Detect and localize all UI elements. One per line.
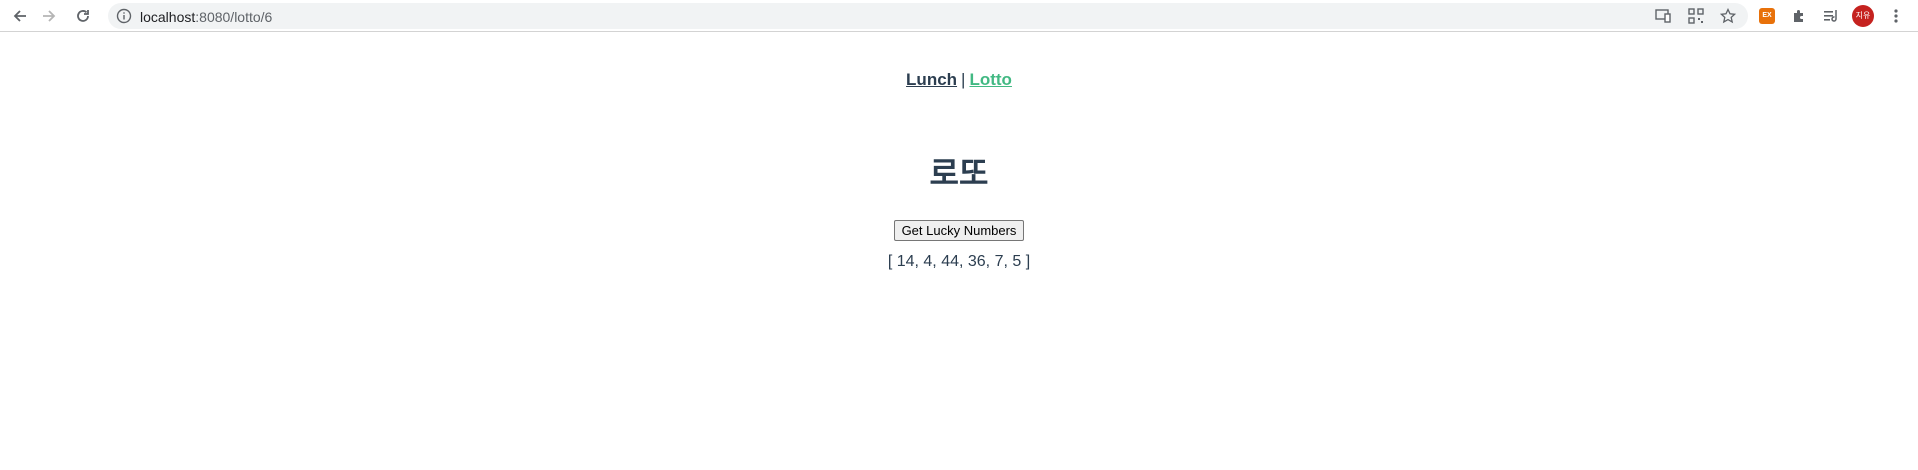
bookmark-star-icon[interactable] [1717, 5, 1739, 27]
extension-badge: EX [1759, 8, 1775, 24]
profile-avatar[interactable]: 지유 [1852, 5, 1874, 27]
nav-separator: | [961, 70, 966, 89]
get-lucky-numbers-button[interactable]: Get Lucky Numbers [893, 220, 1025, 241]
extensions-puzzle-icon[interactable] [1788, 5, 1810, 27]
reading-list-icon[interactable] [1820, 5, 1842, 27]
lotto-result: [ 14, 4, 44, 36, 7, 5 ] [887, 253, 1031, 270]
reload-icon [77, 10, 89, 22]
nav-link-lotto[interactable]: Lotto [969, 70, 1011, 89]
more-menu-icon[interactable] [1885, 5, 1907, 27]
extension-badge-icon[interactable]: EX [1756, 5, 1778, 27]
profile-initials: 지유 [1852, 5, 1874, 27]
forward-button[interactable] [36, 3, 62, 29]
cast-icon[interactable] [1652, 5, 1674, 27]
browser-toolbar: localhost:8080/lotto/6 EX 지유 [0, 0, 1918, 32]
top-nav: Lunch | Lotto [0, 70, 1918, 90]
reload-button[interactable] [70, 3, 96, 29]
page-title: 로또 [929, 155, 989, 191]
forward-arrow-icon [43, 10, 56, 22]
back-arrow-icon [13, 10, 26, 22]
back-button[interactable] [7, 3, 33, 29]
page-content: Lunch | Lotto 로또 Get Lucky Numbers [ 14, 4… [0, 33, 1918, 470]
url-path: :8080/lotto/6 [195, 9, 273, 25]
qr-code-icon[interactable] [1685, 5, 1707, 27]
url-host: localhost [140, 9, 196, 25]
address-bar[interactable]: localhost:8080/lotto/6 [108, 3, 1748, 29]
site-info-icon[interactable] [116, 8, 132, 24]
url-text[interactable]: localhost:8080/lotto/6 [140, 9, 272, 25]
nav-link-lunch[interactable]: Lunch [906, 70, 957, 89]
